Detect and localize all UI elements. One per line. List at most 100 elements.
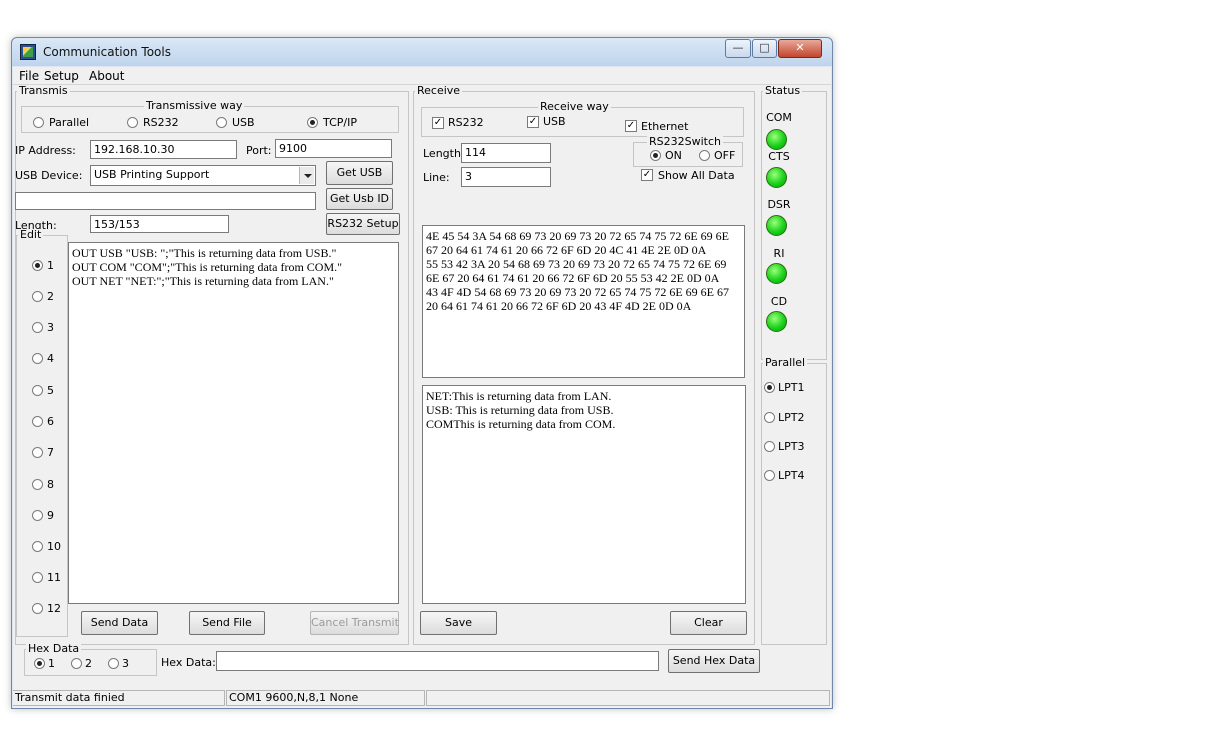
parallel-radio-lpt2[interactable] bbox=[764, 412, 775, 423]
edit-radio-12[interactable] bbox=[32, 603, 43, 614]
edit-label-11: 11 bbox=[47, 571, 61, 584]
maximize-button[interactable]: □ bbox=[752, 39, 777, 58]
edit-radio-11[interactable] bbox=[32, 572, 43, 583]
way-label-tcpip: TCP/IP bbox=[323, 116, 357, 129]
ip-address-input[interactable]: 192.168.10.30 bbox=[90, 140, 237, 159]
edit-radio-4[interactable] bbox=[32, 353, 43, 364]
receive-ethernet-label: Ethernet bbox=[641, 120, 689, 133]
receive-usb-checkbox[interactable]: ✓ bbox=[527, 116, 539, 128]
way-label-parallel: Parallel bbox=[49, 116, 90, 129]
text-line: NET:This is returning data from LAN. bbox=[426, 389, 612, 403]
edit-label-10: 10 bbox=[47, 540, 61, 553]
transmit-edit-area[interactable]: OUT USB "USB: ";"This is returning data … bbox=[68, 242, 399, 604]
transmissive-way-label: Transmissive way bbox=[144, 99, 245, 112]
hex-line: 67 20 64 61 74 61 20 66 72 6F 6D 20 4C 4… bbox=[426, 243, 707, 257]
usb-id-input[interactable] bbox=[15, 192, 316, 210]
switch-radio-off[interactable] bbox=[699, 150, 710, 161]
receive-rs232-checkbox[interactable]: ✓ bbox=[432, 117, 444, 129]
receive-ethernet-checkbox[interactable]: ✓ bbox=[625, 120, 637, 132]
title-bar[interactable]: Communication Tools — □ ✕ bbox=[12, 38, 832, 66]
hex-radio-2[interactable] bbox=[71, 658, 82, 669]
way-label-rs232: RS232 bbox=[143, 116, 179, 129]
hex-line: 43 4F 4D 54 68 69 73 20 69 73 20 72 65 7… bbox=[426, 285, 729, 299]
usb-device-select[interactable]: USB Printing Support bbox=[90, 165, 316, 186]
parallel-group bbox=[761, 363, 827, 645]
parallel-radio-lpt3[interactable] bbox=[764, 441, 775, 452]
edit-radio-9[interactable] bbox=[32, 510, 43, 521]
show-all-data-checkbox[interactable]: ✓ bbox=[641, 169, 653, 181]
receive-length-label: Length: bbox=[423, 147, 465, 160]
status-bar: Transmit data finied COM1 9600,N,8,1 Non… bbox=[13, 688, 831, 708]
switch-label-on: ON bbox=[665, 149, 682, 162]
hex-line: 4E 45 54 3A 54 68 69 73 20 69 73 20 72 6… bbox=[426, 229, 729, 243]
show-all-data-label: Show All Data bbox=[658, 169, 735, 182]
receive-group-label: Receive bbox=[415, 84, 463, 97]
hex-line: 20 64 61 74 61 20 66 72 6F 6D 20 43 4F 4… bbox=[426, 299, 692, 313]
led-label-com: COM bbox=[766, 111, 792, 124]
port-label: Port: bbox=[246, 144, 272, 157]
transmit-group-label: Transmis bbox=[17, 84, 70, 97]
hex-radio-1[interactable] bbox=[34, 658, 45, 669]
edit-radio-7[interactable] bbox=[32, 447, 43, 458]
text-line: USB: This is returning data from USB. bbox=[426, 403, 614, 417]
chevron-down-icon[interactable] bbox=[299, 167, 314, 184]
close-button[interactable]: ✕ bbox=[778, 39, 822, 58]
receive-length-field: 114 bbox=[461, 143, 551, 163]
edit-radio-6[interactable] bbox=[32, 416, 43, 427]
receive-hex-area[interactable]: 4E 45 54 3A 54 68 69 73 20 69 73 20 72 6… bbox=[422, 225, 745, 378]
hex-data-input[interactable] bbox=[216, 651, 659, 671]
cts-led-indicator bbox=[766, 167, 787, 188]
get-usb-button[interactable]: Get USB bbox=[326, 161, 393, 185]
send-file-button[interactable]: Send File bbox=[189, 611, 265, 635]
edit-line: OUT COM "COM";"This is returning data fr… bbox=[72, 260, 343, 274]
cd-led-indicator bbox=[766, 311, 787, 332]
parallel-radio-lpt4[interactable] bbox=[764, 470, 775, 481]
hex-data-field-label: Hex Data: bbox=[161, 656, 216, 669]
port-input[interactable]: 9100 bbox=[275, 139, 392, 158]
save-button[interactable]: Save bbox=[420, 611, 497, 635]
menu-about[interactable]: About bbox=[89, 69, 124, 83]
transmit-length-field: 153/153 bbox=[90, 215, 229, 233]
edit-radio-1[interactable] bbox=[32, 260, 43, 271]
way-radio-parallel[interactable] bbox=[33, 117, 44, 128]
app-icon bbox=[20, 44, 36, 60]
way-radio-tcpip[interactable] bbox=[307, 117, 318, 128]
rs232-setup-button[interactable]: RS232 Setup bbox=[326, 213, 400, 235]
menu-setup[interactable]: Setup bbox=[44, 69, 79, 83]
send-hex-data-button[interactable]: Send Hex Data bbox=[668, 649, 760, 673]
edit-radio-3[interactable] bbox=[32, 322, 43, 333]
parallel-radio-lpt1[interactable] bbox=[764, 382, 775, 393]
edit-radio-5[interactable] bbox=[32, 385, 43, 396]
led-label-cd: CD bbox=[770, 295, 788, 308]
switch-radio-on[interactable] bbox=[650, 150, 661, 161]
receive-line-label: Line: bbox=[423, 171, 450, 184]
ri-led-indicator bbox=[766, 263, 787, 284]
way-radio-rs232[interactable] bbox=[127, 117, 138, 128]
way-radio-usb[interactable] bbox=[216, 117, 227, 128]
hex-radio-3[interactable] bbox=[108, 658, 119, 669]
hex-data-group-label: Hex Data bbox=[26, 642, 82, 655]
parallel-group-label: Parallel bbox=[763, 356, 808, 369]
status-extra bbox=[426, 690, 830, 706]
send-data-button[interactable]: Send Data bbox=[81, 611, 158, 635]
edit-label-5: 5 bbox=[47, 384, 54, 397]
usb-device-value: USB Printing Support bbox=[94, 168, 210, 181]
get-usb-id-button[interactable]: Get Usb ID bbox=[326, 188, 393, 210]
ip-address-label: IP Address: bbox=[15, 144, 76, 157]
parallel-label-lpt3: LPT3 bbox=[778, 440, 805, 453]
minimize-button[interactable]: — bbox=[725, 39, 751, 58]
clear-button[interactable]: Clear bbox=[670, 611, 747, 635]
edit-radio-2[interactable] bbox=[32, 291, 43, 302]
edit-radio-8[interactable] bbox=[32, 479, 43, 490]
window-title: Communication Tools bbox=[43, 45, 171, 59]
edit-radio-10[interactable] bbox=[32, 541, 43, 552]
cancel-transmit-button[interactable]: Cancel Transmit bbox=[310, 611, 399, 635]
client-area: Transmis Transmissive way Parallel RS232… bbox=[13, 85, 831, 688]
receive-text-area[interactable]: NET:This is returning data from LAN. USB… bbox=[422, 385, 746, 604]
led-label-dsr: DSR bbox=[767, 198, 791, 211]
way-label-usb: USB bbox=[232, 116, 255, 129]
edit-line: OUT NET "NET:";"This is returning data f… bbox=[72, 274, 334, 288]
usb-device-label: USB Device: bbox=[15, 169, 83, 182]
menu-file[interactable]: File bbox=[19, 69, 39, 83]
parallel-label-lpt1: LPT1 bbox=[778, 381, 805, 394]
